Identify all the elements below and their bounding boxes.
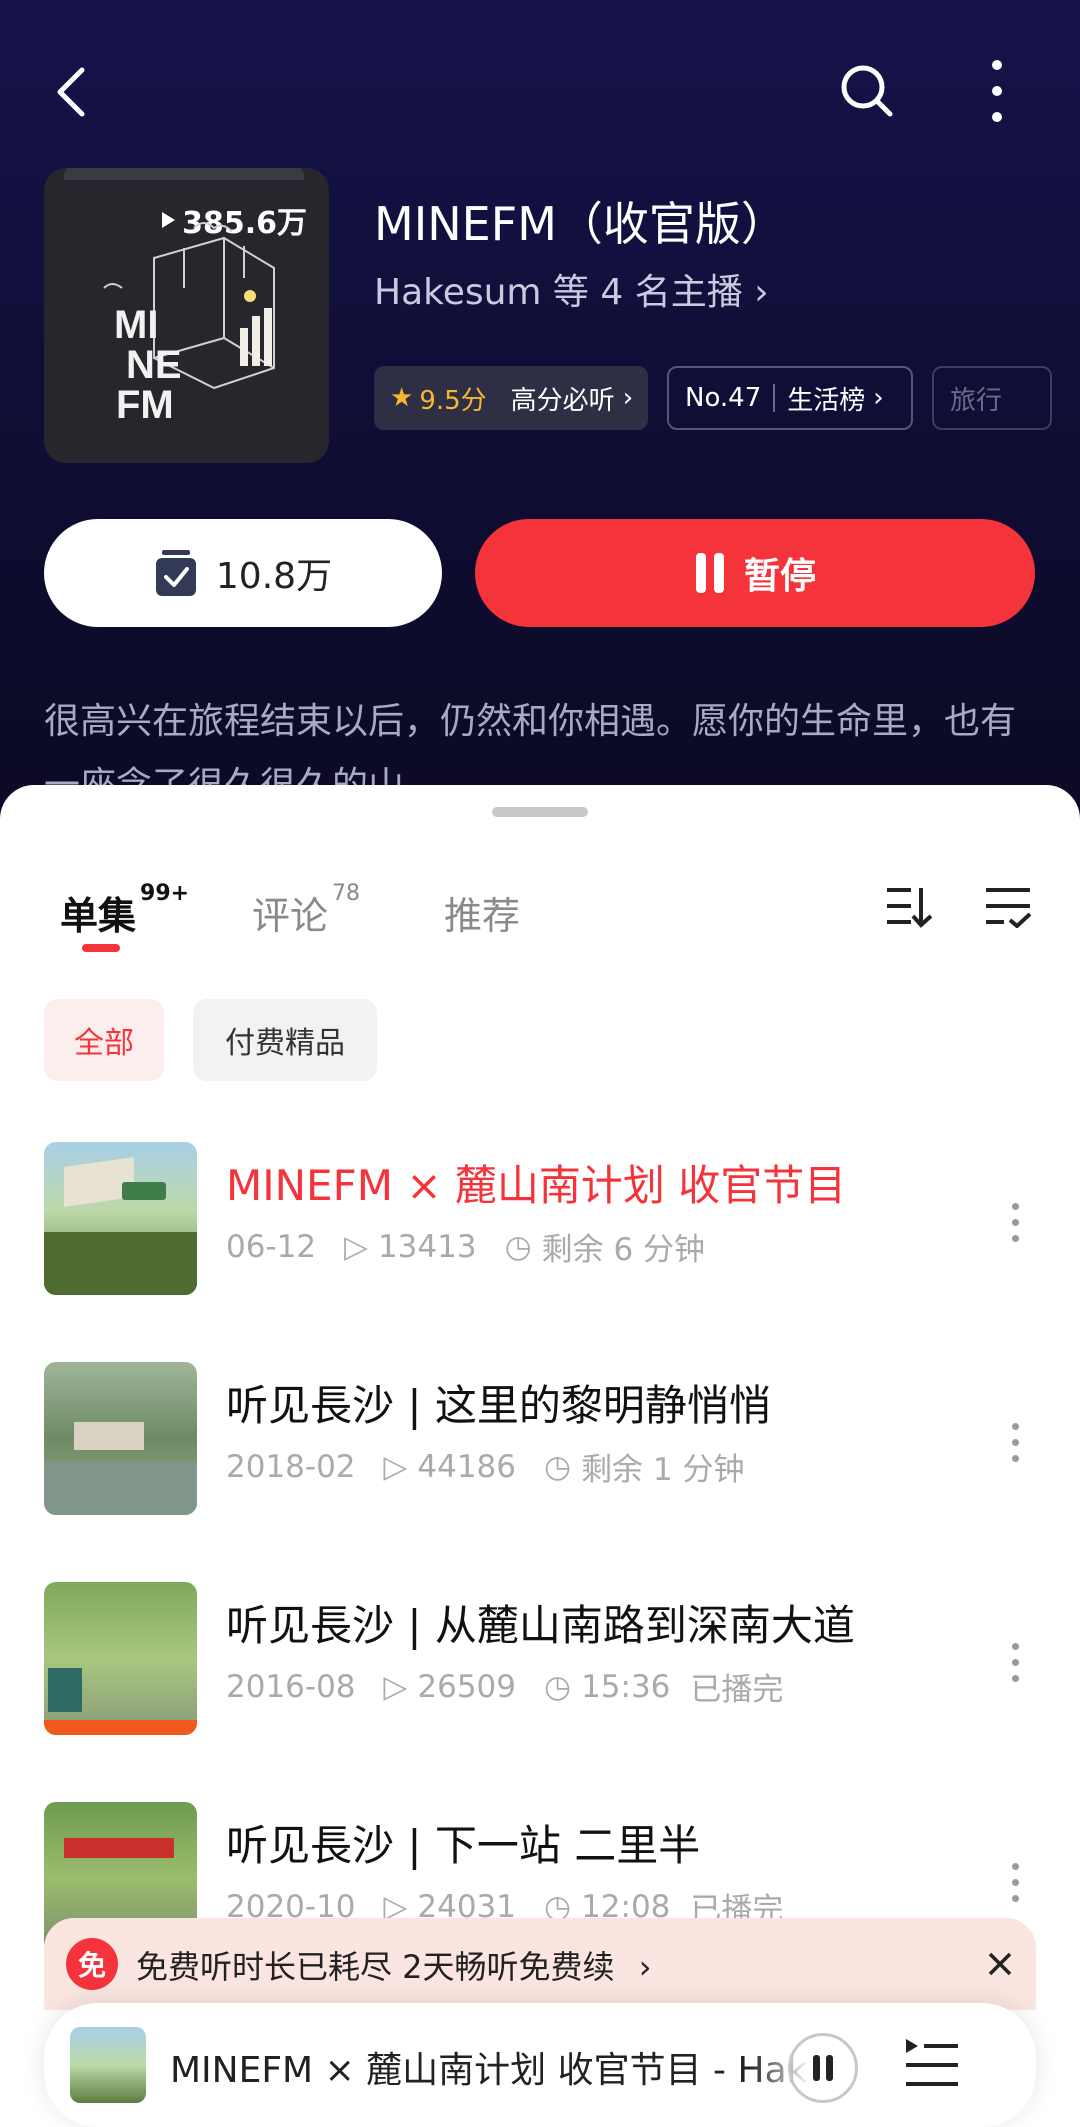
rating-value: 9.5分	[419, 385, 487, 416]
clock-icon: ◷	[544, 1448, 572, 1485]
tab-badge: 99+	[140, 881, 190, 906]
episode-item[interactable]: 听见長沙 | 这里的黎明静悄悄 2018-02 ▷ 44186 ◷ 剩余 1 分…	[0, 1362, 1080, 1522]
pause-label: 暂停	[743, 556, 816, 597]
episode-title: 听见長沙 | 这里的黎明静悄悄	[226, 1381, 771, 1430]
tab-label: 评论	[252, 894, 329, 938]
rank-chip[interactable]: No.47 生活榜 ›	[667, 366, 913, 430]
chevron-right-icon: ›	[873, 383, 884, 413]
tab-label: 推荐	[444, 894, 521, 938]
back-arrow-icon	[57, 67, 85, 117]
tag-chip[interactable]: 旅行	[932, 366, 1052, 430]
subscribe-button[interactable]: 10.8万	[44, 519, 442, 627]
episode-more-button[interactable]	[1000, 1182, 1030, 1262]
hosts-label: Hakesum 等 4 名主播	[374, 272, 743, 313]
svg-text:NE: NE	[126, 343, 182, 387]
episode-remaining: 剩余 6 分钟	[541, 1232, 706, 1268]
tab-label: 单集	[60, 894, 137, 938]
album-hosts-link[interactable]: Hakesum 等 4 名主播 ›	[374, 263, 769, 315]
chevron-right-icon: ›	[754, 272, 769, 313]
episode-status: 已播完	[690, 1672, 784, 1708]
rank-label: 生活榜	[787, 385, 866, 416]
episode-title: 听见長沙 | 下一站 二里半	[226, 1821, 701, 1870]
episode-item[interactable]: MINEFM × 麓山南计划 收官节目 06-12 ▷ 13413 ◷ 剩余 6…	[0, 1142, 1080, 1302]
clock-icon: ◷	[504, 1228, 532, 1265]
sort-icon	[887, 888, 933, 928]
active-tab-indicator	[82, 944, 120, 952]
batch-select-button[interactable]	[978, 877, 1038, 937]
episode-plays: 26509	[417, 1668, 516, 1705]
album-cover[interactable]: 385.6万 MI NE FM	[44, 168, 329, 463]
rating-label: 高分必听	[510, 385, 615, 416]
episode-thumbnail	[44, 1362, 197, 1515]
banner-close-button[interactable]	[974, 1938, 1026, 1990]
mine-fm-logo: MI NE FM	[103, 222, 275, 427]
mini-player-title: MINEFM × 麓山南计划 收官节目 - Hakesum	[170, 2041, 810, 2093]
chevron-right-icon: ›	[638, 1948, 652, 1986]
mini-player[interactable]: MINEFM × 麓山南计划 收官节目 - Hakesum	[44, 2003, 1036, 2127]
clock-icon: ◷	[544, 1668, 572, 1705]
chip-divider	[773, 384, 776, 412]
close-icon	[988, 1952, 1012, 1976]
episode-more-button[interactable]	[1000, 1842, 1030, 1922]
tag-label: 旅行	[950, 385, 1003, 416]
free-listening-banner[interactable]: 免 免费听时长已耗尽 2天畅听免费续 ›	[44, 1918, 1036, 2010]
subscribed-check-icon	[155, 550, 196, 596]
banner-text: 免费听时长已耗尽 2天畅听免费续 ›	[136, 1942, 652, 1988]
free-badge-icon: 免	[66, 1938, 118, 1990]
pause-icon	[695, 553, 724, 593]
episode-duration: 15:36	[581, 1668, 671, 1705]
episode-more-button[interactable]	[1000, 1402, 1030, 1482]
more-button[interactable]	[972, 56, 1022, 126]
tab-bar: 单集99+ 评论78 推荐	[0, 881, 1080, 955]
filter-paid[interactable]: 付费精品	[193, 999, 377, 1081]
episode-item[interactable]: 听见長沙 | 从麓山南路到深南大道 2016-08 ▷ 26509 ◷ 15:3…	[0, 1582, 1080, 1742]
subscribe-count: 10.8万	[215, 556, 333, 597]
more-vertical-icon	[992, 60, 1002, 122]
episode-remaining: 剩余 1 分钟	[581, 1452, 745, 1488]
list-check-icon	[986, 888, 1032, 928]
tab-episodes[interactable]: 单集99+	[60, 881, 189, 940]
album-title: MINEFM（收官版）	[374, 197, 787, 251]
playlist-button[interactable]	[904, 2037, 960, 2097]
episode-date: 2016-08	[226, 1668, 356, 1705]
play-outline-icon: ▷	[383, 1448, 408, 1485]
search-icon	[841, 65, 893, 117]
episode-date: 06-12	[226, 1228, 317, 1265]
episode-title: 听见長沙 | 从麓山南路到深南大道	[226, 1601, 855, 1650]
back-button[interactable]	[40, 60, 104, 124]
episode-plays: 13413	[377, 1228, 477, 1265]
star-icon: ★	[390, 383, 414, 413]
rank-number: No.47	[685, 383, 762, 413]
sheet-drag-handle[interactable]	[492, 807, 588, 817]
episode-plays: 44186	[417, 1448, 516, 1485]
tab-badge: 78	[332, 881, 361, 906]
chevron-right-icon: ›	[622, 383, 634, 413]
episode-thumbnail	[44, 1582, 197, 1735]
episode-thumbnail	[44, 1142, 197, 1295]
pause-icon	[813, 2055, 833, 2081]
cover-text: MI	[114, 303, 158, 347]
playlist-icon	[906, 2039, 958, 2086]
episode-more-button[interactable]	[1000, 1622, 1030, 1702]
album-header: 385.6万 MI NE FM MINEFM（收官版） Hakesum 等 4 …	[0, 0, 1080, 840]
rating-chip[interactable]: ★ 9.5分 高分必听 ›	[374, 366, 648, 430]
tab-comments[interactable]: 评论78	[252, 881, 360, 940]
search-button[interactable]	[832, 56, 902, 126]
tab-recommend[interactable]: 推荐	[444, 885, 520, 940]
episode-title: MINEFM × 麓山南计划 收官节目	[226, 1161, 847, 1210]
play-outline-icon: ▷	[344, 1228, 368, 1265]
episode-meta: 2018-02 ▷ 44186 ◷ 剩余 1 分钟	[226, 1444, 745, 1489]
svg-text:FM: FM	[116, 383, 174, 427]
filter-all[interactable]: 全部	[44, 999, 164, 1081]
episode-date: 2018-02	[226, 1448, 356, 1485]
mini-player-pause-button[interactable]	[788, 2033, 858, 2103]
banner-message: 免费听时长已耗尽 2天畅听免费续	[136, 1948, 615, 1986]
play-outline-icon: ▷	[383, 1668, 408, 1705]
pause-button[interactable]: 暂停	[475, 519, 1035, 627]
sort-button[interactable]	[880, 877, 940, 937]
episode-meta: 06-12 ▷ 13413 ◷ 剩余 6 分钟	[226, 1224, 705, 1269]
episode-meta: 2016-08 ▷ 26509 ◷ 15:36 已播完	[226, 1664, 783, 1709]
mini-player-cover	[70, 2027, 146, 2103]
